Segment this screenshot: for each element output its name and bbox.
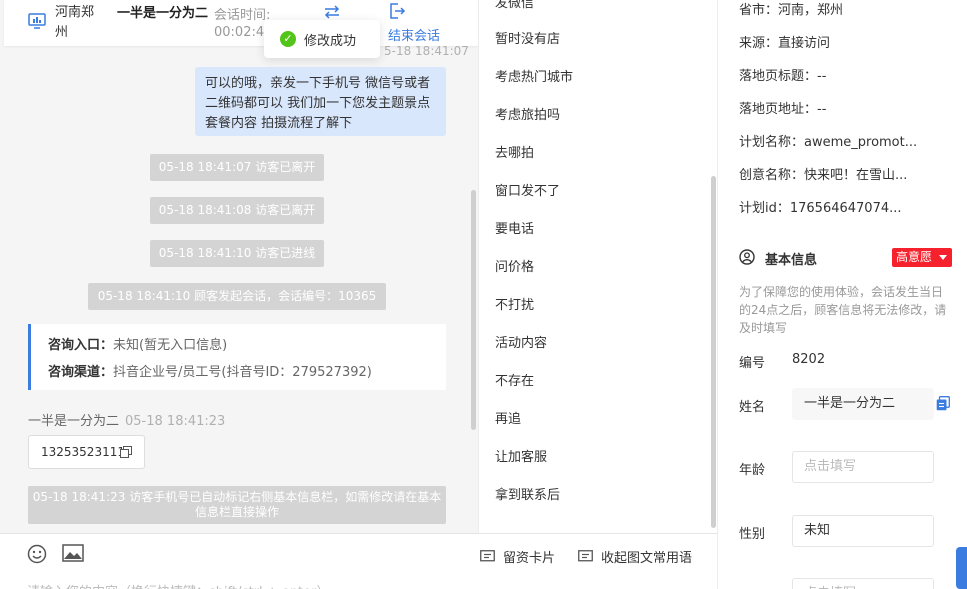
agent-message: 可以的哦，亲发一下手机号 微信号或者二维码都可以 我们加一下您发主题景点套餐内容…	[195, 67, 446, 136]
monitor-icon	[28, 13, 46, 29]
lead-card-label: 留资卡片	[503, 551, 556, 566]
toast-text: 修改成功	[304, 33, 357, 49]
message-icon	[578, 549, 593, 561]
check-circle-icon: ✓	[280, 31, 296, 47]
landing-page-title: 落地页标题：--	[739, 69, 827, 84]
visitor-message-meta: 一半是一分为二 05-18 18:41:23	[28, 410, 225, 429]
system-message: 05-18 18:41:10 访客已进线	[150, 240, 324, 267]
consult-channel-label: 咨询渠道：	[48, 365, 114, 380]
quick-reply-scrollbar[interactable]	[711, 176, 716, 528]
visitor-phone-message: 13253523111	[28, 435, 145, 469]
auto-mark-message: 05-18 18:41:23 访客手机号已自动标记右侧基本信息栏，如需修改请在基…	[28, 486, 446, 524]
image-icon[interactable]	[62, 544, 84, 562]
quick-reply-item[interactable]: 问价格	[495, 256, 534, 275]
message-timestamp: 5-18 18:41:07	[384, 44, 469, 58]
success-toast: ✓ 修改成功	[264, 20, 380, 58]
consult-info-card: 咨询入口：未知(暂无入口信息) 咨询渠道：抖音企业号/员工号(抖音号ID：279…	[28, 324, 446, 390]
quick-reply-item[interactable]: 暂时没有店	[495, 28, 560, 47]
transfer-icon[interactable]	[322, 2, 342, 22]
chat-header: 河南郑州 一半是一分为二 会话时间: 00:02:43 结束会话 5-18 18…	[4, 0, 478, 58]
system-message: 05-18 18:41:10 顾客发起会话，会话编号：10365	[88, 283, 386, 310]
message-input[interactable]: 请输入您的内容（换行快捷键：shift/ctrl + enter）	[27, 581, 330, 589]
end-session-button[interactable]: 结束会话	[388, 25, 440, 44]
visitor-message-time: 05-18 18:41:23	[125, 414, 226, 429]
name-label: 姓名	[739, 400, 766, 415]
landing-page-url: 落地页地址：--	[739, 102, 827, 117]
name-field[interactable]: 一半是一分为二	[792, 388, 934, 420]
quick-reply-item[interactable]: 不存在	[495, 370, 534, 389]
source: 来源：直接访问	[739, 36, 831, 51]
lead-card-button[interactable]: 留资卡片	[480, 547, 555, 566]
quick-reply-item[interactable]: 拿到联系后	[495, 484, 560, 503]
chat-scrollbar[interactable]	[471, 190, 476, 430]
basic-info-title: 基本信息	[765, 253, 818, 268]
visitor-location: 河南郑州	[55, 5, 95, 40]
quick-reply-item[interactable]: 考虑热门城市	[495, 66, 573, 85]
emoji-icon[interactable]	[27, 544, 47, 564]
intent-tag-dropdown[interactable]: 高意愿	[892, 248, 952, 267]
quick-reply-item[interactable]: 让加客服	[495, 446, 547, 465]
quick-reply-item[interactable]: 考虑旅拍吗	[495, 104, 560, 123]
quick-reply-item[interactable]: 不打扰	[495, 294, 534, 313]
edit-notice: 为了保障您的使用体验，会话发生当日的24点之后，顾客信息将无法修改，请及时填写	[739, 285, 947, 335]
visitor-phone-text: 13253523111	[41, 445, 125, 459]
intent-tag-label: 高意愿	[896, 250, 933, 264]
quick-reply-item[interactable]: 再追	[495, 408, 521, 427]
gender-select[interactable]: 未知	[792, 515, 934, 547]
next-field-input[interactable]: 点击填写	[792, 578, 934, 589]
caret-down-icon	[939, 255, 947, 260]
user-circle-icon	[739, 249, 755, 265]
side-float-button[interactable]	[956, 547, 967, 589]
toggle-quick-replies-button[interactable]: 收起图文常用语	[578, 547, 692, 566]
session-time-label: 会话时间:	[214, 8, 271, 23]
province-city: 省市：河南，郑州	[739, 3, 844, 18]
quick-reply-item[interactable]: 要电话	[495, 218, 534, 237]
age-label: 年龄	[739, 463, 766, 478]
consult-channel-value: 抖音企业号/员工号(抖音号ID：279527392)	[113, 365, 372, 380]
chat-panel: 河南郑州 一半是一分为二 会话时间: 00:02:43 结束会话 5-18 18…	[0, 0, 478, 589]
id-label: 编号	[739, 356, 766, 371]
quick-reply-item[interactable]: 活动内容	[495, 332, 547, 351]
creative-name: 创意名称：快来吧！在雪山...	[739, 168, 908, 183]
quick-reply-item[interactable]: 去哪拍	[495, 142, 534, 161]
gender-label: 性别	[739, 527, 766, 542]
system-message: 05-18 18:41:07 访客已离开	[150, 154, 324, 181]
chat-input-toolbar: 留资卡片 收起图文常用语 请输入您的内容（换行快捷键：shift/ctrl + …	[0, 533, 717, 589]
end-session-icon[interactable]	[388, 2, 406, 20]
toggle-quick-replies-label: 收起图文常用语	[601, 551, 693, 566]
id-value: 8202	[792, 352, 826, 367]
visitor-message-name: 一半是一分为二	[28, 414, 120, 429]
age-input[interactable]: 点击填写	[792, 451, 934, 483]
visitor-name-title: 一半是一分为二	[117, 6, 209, 21]
customer-info-panel: 省市：河南，郑州 来源：直接访问 落地页标题：-- 落地页地址：-- 计划名称：…	[717, 0, 967, 589]
quick-reply-item[interactable]: 窗口发不了	[495, 180, 560, 199]
copy-icon[interactable]	[120, 446, 132, 458]
system-message: 05-18 18:41:08 访客已离开	[150, 197, 324, 224]
card-icon	[480, 549, 495, 561]
copy-icon[interactable]	[936, 396, 950, 411]
quick-reply-panel: 发微信 暂时没有店 考虑热门城市 考虑旅拍吗 去哪拍 窗口发不了 要电话 问价格…	[478, 0, 717, 533]
plan-name: 计划名称：aweme_promot...	[739, 135, 918, 150]
plan-id: 计划id：176564647074...	[739, 201, 902, 216]
consult-entry-value: 未知(暂无入口信息)	[113, 338, 228, 353]
quick-reply-item[interactable]: 发微信	[495, 0, 534, 11]
consult-entry-label: 咨询入口：	[48, 338, 114, 353]
